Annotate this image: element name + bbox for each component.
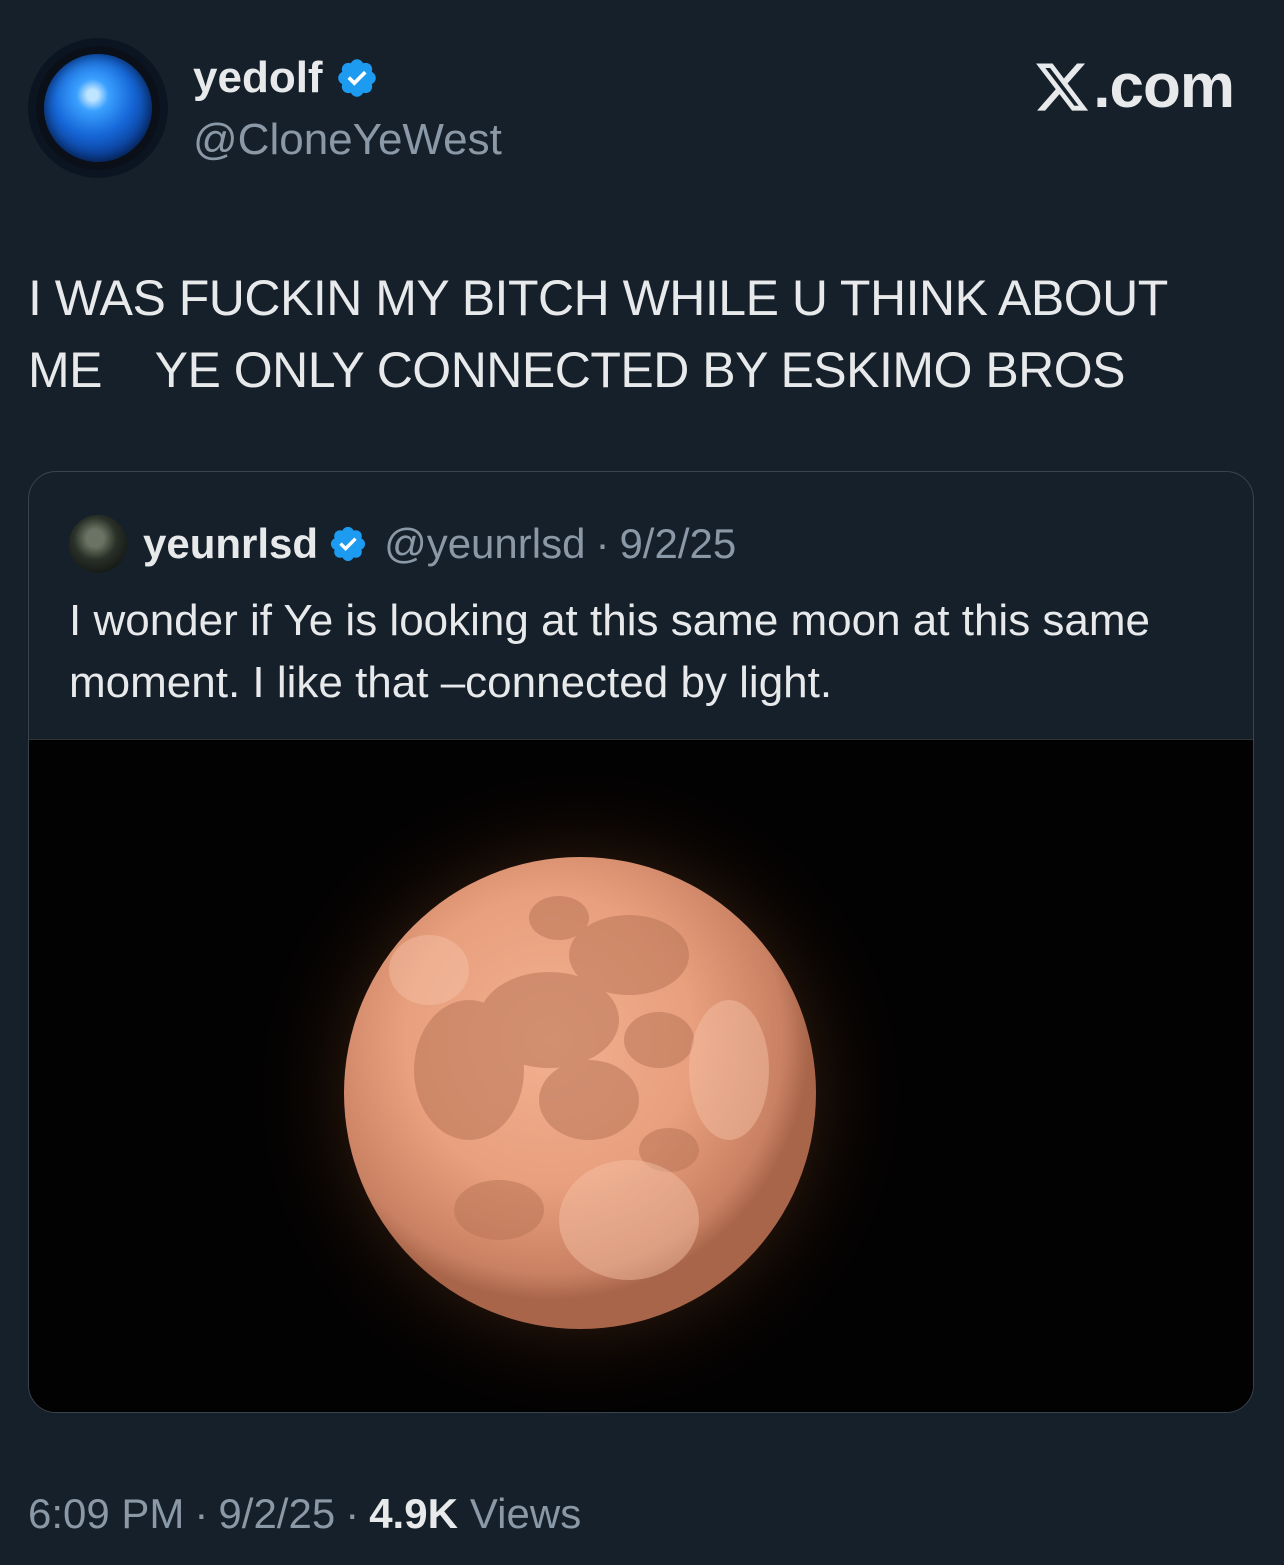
brand-watermark: .com [1033,52,1235,122]
tweet-time[interactable]: 6:09 PM [28,1484,184,1544]
quoted-tweet-text: I wonder if Ye is looking at this same m… [69,596,1151,707]
views-count[interactable]: 4.9K [369,1484,458,1544]
moon-photo [29,740,1253,1412]
author-avatar[interactable] [28,38,168,178]
separator-dot: · [345,1490,360,1537]
quoted-author-display-name[interactable]: yeunrlsd [143,520,318,568]
author-avatar-image [44,54,152,162]
quoted-author-handle[interactable]: @yeunrlsd [384,520,585,568]
brand-domain-text: .com [1093,52,1235,121]
separator-dot: · [194,1490,209,1537]
tweet-text: I WAS FUCKIN MY BITCH WHILE U THINK ABOU… [28,270,1168,398]
quoted-tweet-card[interactable]: yeunrlsd @yeunrlsd · 9/2/25 I wonder if … [28,471,1254,1413]
tweet-footer: 6:09 PM · 9/2/25 · 4.9K Views [28,1484,581,1544]
tweet-date[interactable]: 9/2/25 [218,1484,335,1544]
separator-dot: · [595,520,610,567]
author-name-row: yedolf [193,50,379,106]
quoted-tweet-media[interactable] [29,739,1253,1412]
views-label: Views [469,1490,582,1537]
author-display-name[interactable]: yedolf [193,50,323,106]
author-handle[interactable]: @CloneYeWest [193,112,502,168]
quoted-tweet-date[interactable]: 9/2/25 [619,520,736,568]
quoted-author-avatar[interactable] [69,515,127,573]
quoted-tweet-header: yeunrlsd @yeunrlsd · 9/2/25 [69,515,736,573]
verified-badge-icon [330,526,366,562]
x-logo-icon [1036,63,1089,111]
verified-badge-icon [337,59,376,97]
